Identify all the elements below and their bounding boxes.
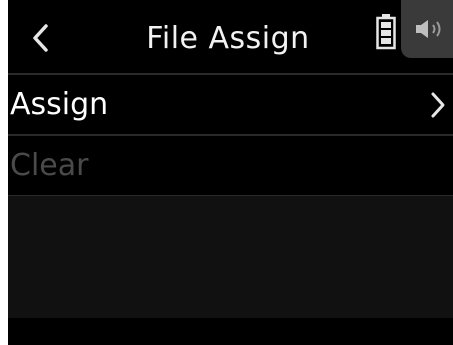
- menu-item-assign[interactable]: Assign: [8, 75, 453, 135]
- menu-item-label: Clear: [10, 148, 89, 183]
- menu-item-label: Assign: [10, 87, 109, 122]
- file-assign-screen: File Assign Assign Clear: [8, 0, 453, 345]
- battery-icon: [376, 14, 396, 50]
- speaker-icon: [416, 20, 441, 38]
- menu-item-clear: Clear: [8, 136, 453, 196]
- empty-list-area: [8, 196, 453, 318]
- chevron-left-icon: [33, 24, 48, 52]
- speaker-button[interactable]: [401, 0, 453, 58]
- header-bar: File Assign: [8, 0, 453, 72]
- bottom-bar: [8, 318, 453, 345]
- back-button[interactable]: [18, 14, 62, 62]
- page-title: File Assign: [146, 21, 310, 56]
- chevron-right-icon: [431, 92, 445, 118]
